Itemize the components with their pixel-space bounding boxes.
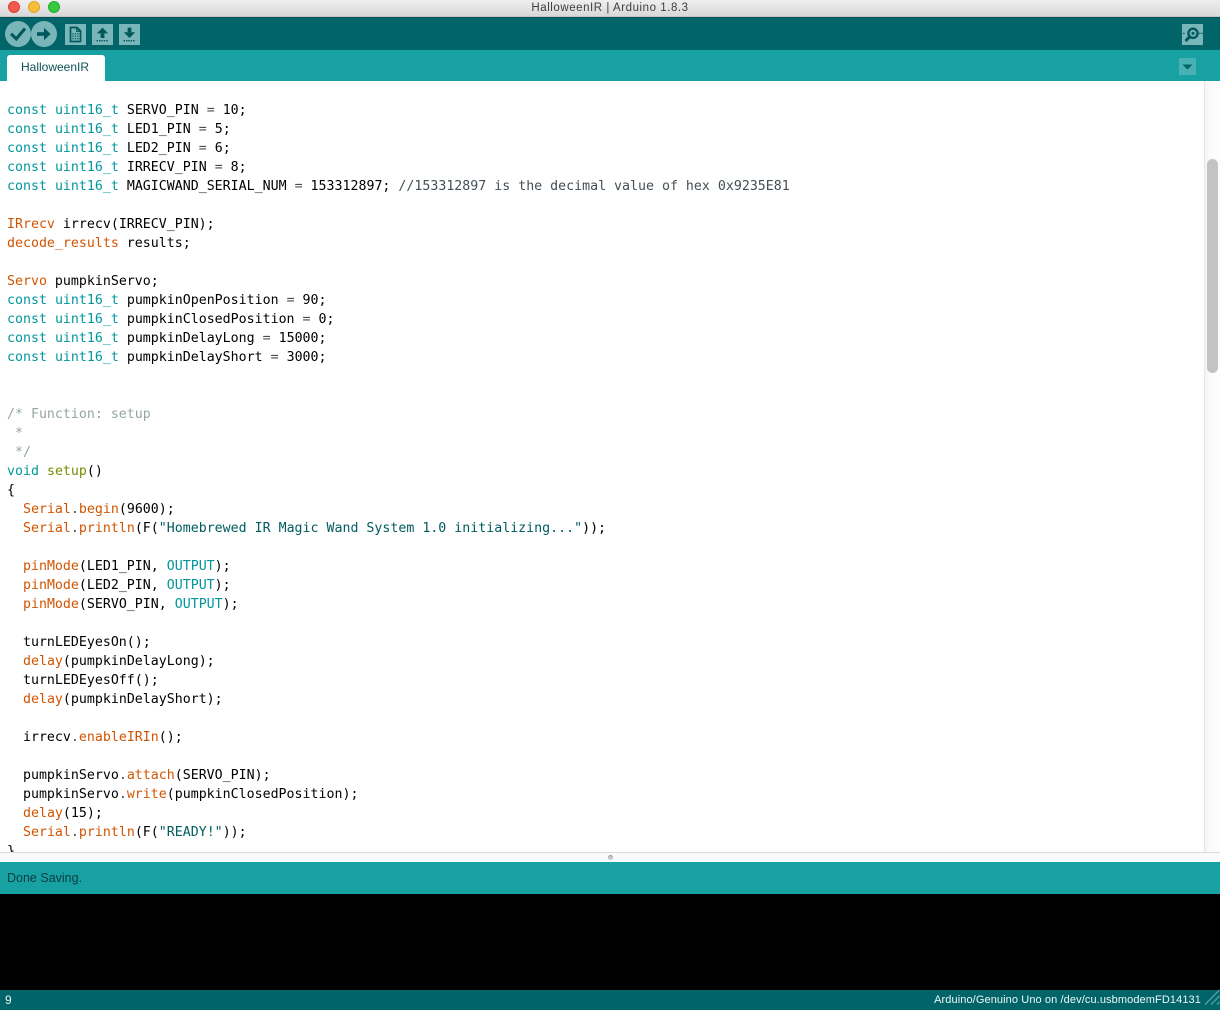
save-sketch-button[interactable] [119,24,140,45]
editor-vertical-scrollbar[interactable] [1204,81,1220,852]
triangle-down-icon [1182,64,1193,70]
tab-halloweenir[interactable]: HalloweenIR [7,55,105,81]
current-line-number: 9 [5,993,12,1007]
divider-dimple-icon [608,855,613,860]
open-sketch-button[interactable] [92,24,113,45]
tab-menu-button[interactable] [1179,58,1196,75]
arrow-down-icon [119,24,140,45]
line-status-bar: 9 Arduino/Genuino Uno on /dev/cu.usbmode… [0,990,1220,1010]
window-title: HalloweenIR | Arduino 1.8.3 [0,0,1220,16]
split-divider[interactable] [0,852,1220,862]
verify-button[interactable] [5,21,31,47]
status-message: Done Saving. [7,871,82,885]
resize-grip-icon[interactable] [1200,985,1220,1010]
serial-monitor-button[interactable] [1182,24,1203,45]
arrow-up-icon [92,24,113,45]
code-text[interactable]: const uint16_t SERVO_PIN = 10;const uint… [0,81,790,852]
arrow-right-icon [31,21,57,47]
toolbar [0,17,1220,50]
check-icon [5,21,31,47]
console-output[interactable] [0,894,1220,990]
board-port-label: Arduino/Genuino Uno on /dev/cu.usbmodemF… [934,994,1201,1006]
new-sketch-button[interactable] [65,24,86,45]
tab-label: HalloweenIR [21,60,89,74]
document-icon [65,24,86,45]
status-bar: Done Saving. [0,862,1220,894]
arduino-ide-window: HalloweenIR | Arduino 1.8.3 [0,0,1220,1010]
scrollbar-thumb[interactable] [1207,159,1218,373]
upload-button[interactable] [31,21,57,47]
magnifier-icon [1182,24,1203,45]
tab-bar: HalloweenIR [0,50,1220,81]
code-editor[interactable]: const uint16_t SERVO_PIN = 10;const uint… [0,81,1220,852]
titlebar: HalloweenIR | Arduino 1.8.3 [0,0,1220,17]
